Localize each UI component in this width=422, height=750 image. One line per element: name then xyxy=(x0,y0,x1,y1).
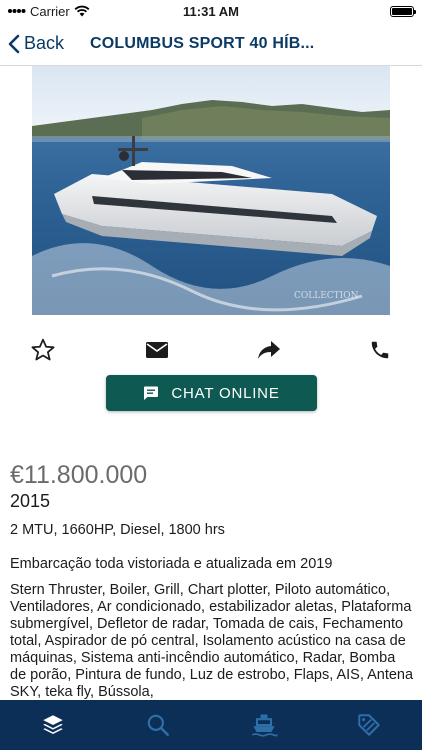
chat-online-button[interactable]: CHAT ONLINE xyxy=(106,375,317,411)
tag-icon xyxy=(358,714,380,736)
tab-search[interactable] xyxy=(128,700,188,750)
search-icon xyxy=(147,714,170,736)
photo-watermark: COLLECTION xyxy=(294,291,359,301)
carrier-label: Carrier xyxy=(30,3,70,19)
favorite-button[interactable] xyxy=(27,334,59,366)
listing-engine: 2 MTU, 1660HP, Diesel, 1800 hrs xyxy=(10,522,225,538)
chat-icon xyxy=(144,386,159,400)
wifi-icon xyxy=(74,5,90,17)
back-button[interactable]: Back xyxy=(0,33,64,54)
share-icon xyxy=(258,341,280,359)
tab-boats[interactable] xyxy=(234,700,294,750)
yacht-photo[interactable]: COLLECTION xyxy=(32,66,390,315)
listing-description: Stern Thruster, Boiler, Grill, Chart plo… xyxy=(10,582,414,700)
navigation-bar: Back COLUMBUS SPORT 40 HÍB... xyxy=(0,22,422,66)
mail-icon xyxy=(146,342,168,358)
layers-icon xyxy=(43,715,63,734)
call-button[interactable] xyxy=(364,334,396,366)
page-title: COLUMBUS SPORT 40 HÍB... xyxy=(90,34,315,52)
signal-icon xyxy=(8,9,26,13)
status-left: Carrier xyxy=(8,4,90,19)
tab-offers[interactable] xyxy=(339,700,399,750)
tab-listings[interactable] xyxy=(23,700,83,750)
listing-price: €11.800.000 xyxy=(10,461,148,489)
battery-icon xyxy=(390,5,416,17)
share-button[interactable] xyxy=(253,334,285,366)
listing-description-intro: Embarcação toda vistoriada e atualizada … xyxy=(10,556,333,572)
phone-icon xyxy=(371,341,389,359)
battery-fill xyxy=(392,7,412,15)
tab-bar xyxy=(0,700,422,750)
email-button[interactable] xyxy=(141,334,173,366)
listing-year: 2015 xyxy=(10,491,51,511)
boat-icon xyxy=(251,714,278,737)
status-bar: Carrier 11:31 AM xyxy=(0,0,422,22)
back-label: Back xyxy=(24,33,65,53)
chevron-left-icon xyxy=(8,34,20,53)
chat-online-label: CHAT ONLINE xyxy=(171,384,280,402)
action-row xyxy=(0,334,422,366)
star-icon xyxy=(31,338,55,361)
